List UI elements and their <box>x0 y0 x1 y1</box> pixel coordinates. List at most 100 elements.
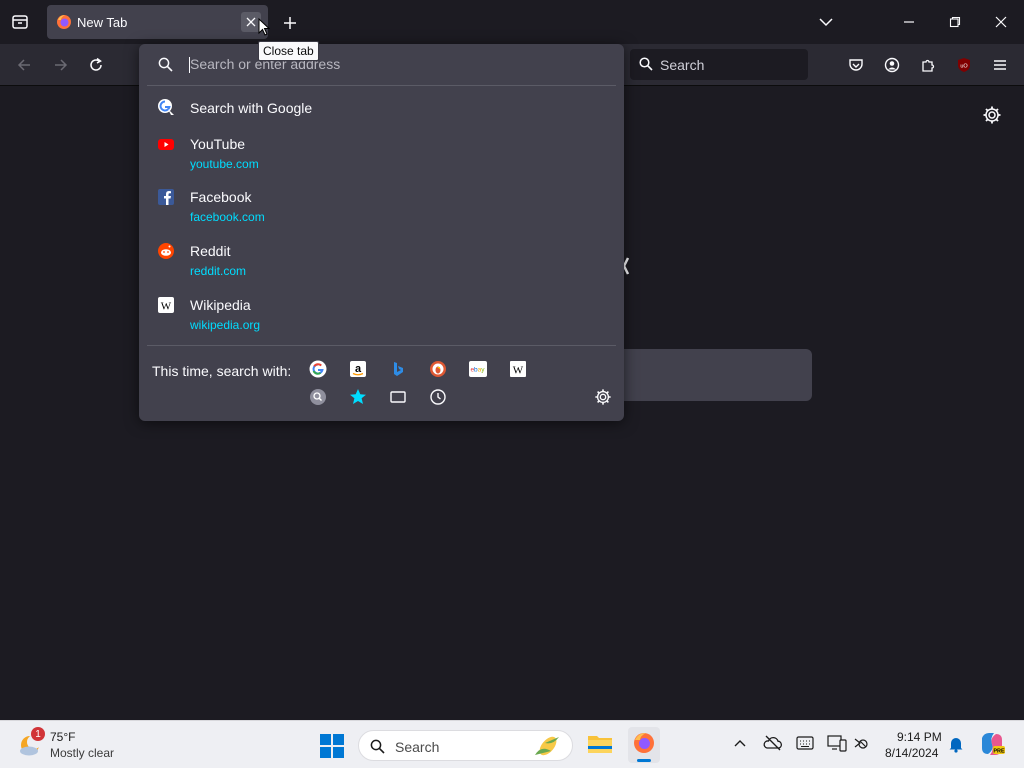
result-url: facebook.com <box>190 210 265 224</box>
network-disconnected-icon <box>854 738 868 749</box>
gear-icon <box>983 106 1001 124</box>
history-search-icon <box>310 389 326 405</box>
svg-text:a: a <box>355 363 362 375</box>
engine-duckduckgo-button[interactable] <box>429 360 447 378</box>
firefox-logo-icon <box>634 733 654 753</box>
network-volume-button[interactable] <box>853 734 873 752</box>
svg-text:W: W <box>161 301 172 313</box>
ublock-icon: uO <box>958 58 970 72</box>
search-with-label: This time, search with: <box>152 363 292 379</box>
firefox-view-icon <box>12 15 28 29</box>
firefox-view-button[interactable] <box>9 11 31 33</box>
close-icon <box>246 17 256 27</box>
restore-button[interactable] <box>943 11 967 33</box>
clock-date[interactable]: 8/14/2024 <box>885 746 938 760</box>
weather-description: Mostly clear <box>50 746 115 760</box>
account-button[interactable] <box>881 54 903 76</box>
search-settings-button[interactable] <box>594 388 612 406</box>
reload-button[interactable] <box>85 54 107 76</box>
wikipedia-icon: W <box>157 296 175 314</box>
mouse-cursor-icon <box>258 18 270 36</box>
corn-highlight-icon <box>535 736 559 756</box>
mode-tabs-button[interactable] <box>389 388 407 406</box>
firefox-taskbar-button[interactable] <box>628 727 660 763</box>
clock-icon <box>430 389 446 405</box>
tab-new-tab[interactable]: New Tab <box>47 5 268 39</box>
newtab-settings-button[interactable] <box>982 105 1002 125</box>
show-hidden-icons-button[interactable] <box>733 738 747 748</box>
engine-bing-button[interactable] <box>389 360 407 378</box>
display-button[interactable] <box>827 734 847 752</box>
minimize-icon <box>904 21 914 23</box>
folder-icon <box>588 736 612 753</box>
notifications-button[interactable] <box>948 735 964 753</box>
star-icon <box>350 389 366 404</box>
engine-google-button[interactable] <box>309 360 327 378</box>
onedrive-button[interactable] <box>763 735 783 751</box>
clock-time[interactable]: 9:14 PM <box>897 730 942 744</box>
forward-arrow-icon <box>55 59 68 71</box>
copilot-button[interactable]: PRE <box>978 730 1006 758</box>
result-wikipedia[interactable]: W Wikipedia wikipedia.org <box>139 295 624 337</box>
svg-text:PRE: PRE <box>993 748 1005 754</box>
extensions-button[interactable] <box>917 54 939 76</box>
back-button[interactable] <box>13 54 35 76</box>
pocket-icon <box>849 59 863 71</box>
search-icon <box>158 57 173 72</box>
mode-history-button[interactable] <box>429 388 447 406</box>
taskbar: 1 75°F Mostly clear Search 9:14 PM 8/14/… <box>0 720 1024 768</box>
minimize-button[interactable] <box>897 11 921 33</box>
reload-icon <box>90 57 102 71</box>
svg-text:uO: uO <box>960 64 968 70</box>
result-youtube[interactable]: YouTube youtube.com <box>139 134 624 176</box>
result-title: Reddit <box>190 243 231 259</box>
result-url: wikipedia.org <box>190 318 261 332</box>
engine-wikipedia-button[interactable]: W <box>509 360 527 378</box>
restore-icon <box>949 16 961 28</box>
pocket-button[interactable] <box>845 54 867 76</box>
taskbar-search[interactable]: Search <box>358 730 573 761</box>
amazon-icon: a <box>350 361 366 377</box>
result-title: Facebook <box>190 189 252 205</box>
active-app-indicator <box>637 759 651 762</box>
result-title: Search with Google <box>190 100 313 116</box>
keyboard-icon <box>796 736 814 750</box>
divider <box>147 345 616 346</box>
hamburger-icon <box>994 60 1006 70</box>
result-search-with-google[interactable]: Search with Google <box>139 96 624 124</box>
search-bar[interactable]: Search <box>630 49 808 80</box>
list-all-tabs-button[interactable] <box>815 11 837 33</box>
keyboard-button[interactable] <box>796 736 814 750</box>
reddit-icon <box>157 242 175 260</box>
tooltip-close-tab: Close tab <box>258 41 319 61</box>
ebay-icon: ebay <box>469 361 487 377</box>
close-icon <box>995 16 1007 28</box>
monitor-phone-icon <box>827 735 847 752</box>
chevron-down-icon <box>819 18 833 27</box>
weather-temperature: 75°F <box>50 730 76 744</box>
file-explorer-button[interactable] <box>587 732 613 756</box>
forward-button[interactable] <box>50 54 72 76</box>
search-bar-placeholder: Search <box>660 57 705 73</box>
result-reddit[interactable]: Reddit reddit.com <box>139 241 624 283</box>
chevron-up-icon <box>734 740 746 747</box>
new-tab-button[interactable] <box>279 12 301 34</box>
engine-ebay-button[interactable]: ebay <box>469 360 487 378</box>
mode-history-search-button[interactable] <box>309 388 327 406</box>
puzzle-icon <box>922 59 935 72</box>
close-window-button[interactable] <box>989 11 1013 33</box>
result-facebook[interactable]: Facebook facebook.com <box>139 187 624 229</box>
result-title: YouTube <box>190 136 246 152</box>
account-icon <box>884 57 900 73</box>
engine-amazon-button[interactable]: a <box>349 360 367 378</box>
wikipedia-icon: W <box>510 361 526 377</box>
mode-bookmarks-button[interactable] <box>349 388 367 406</box>
weather-badge: 1 <box>31 727 45 741</box>
newtab-search-box[interactable] <box>600 349 812 401</box>
app-menu-button[interactable] <box>989 54 1011 76</box>
start-button[interactable] <box>319 733 345 759</box>
urlbar-input[interactable]: Search or enter address <box>190 56 590 72</box>
ublock-origin-button[interactable]: uO <box>953 54 975 76</box>
google-search-icon <box>157 98 175 116</box>
tab-icon <box>390 391 406 403</box>
